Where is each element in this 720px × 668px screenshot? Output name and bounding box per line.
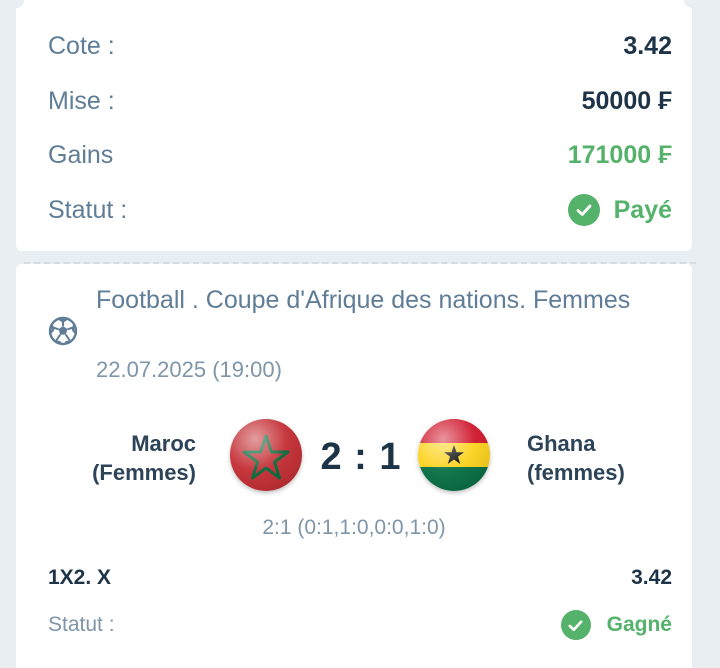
bet-market: 1X2. X [48, 566, 112, 589]
event-card: Football . Coupe d'Afrique des nations. … [16, 264, 692, 668]
morocco-flag-icon [230, 419, 302, 491]
home-team-line2: (Femmes) [92, 460, 196, 485]
bet-odds: 3.42 [631, 566, 672, 589]
check-circle-icon [560, 610, 591, 640]
check-circle-icon [567, 194, 600, 226]
winnings-value: 171000 ₣ [567, 141, 672, 169]
odds-row: Cote : 3.42 [48, 32, 672, 61]
status-value: Payé [613, 195, 672, 224]
match-score: 2 : 1 [320, 436, 402, 478]
event-datetime: 22.07.2025 (19:00) [96, 357, 282, 382]
status-label: Statut : [48, 195, 128, 224]
home-team-name: Maroc (Femmes) [56, 429, 196, 487]
bet-status-label: Statut : [48, 613, 115, 636]
league-title: Football . Coupe d'Afrique des nations. … [96, 286, 631, 314]
stake-label: Mise : [48, 87, 115, 115]
status-row: Statut : Payé [48, 194, 672, 226]
bet-summary-card: Cote : 3.42 Mise : 50000 ₣ Gains 171000 … [16, 0, 692, 251]
bet-status-badge: Gagné [560, 610, 672, 640]
winnings-row: Gains 171000 ₣ [48, 141, 672, 170]
stake-value: 50000 ₣ [581, 87, 672, 115]
status-badge: Payé [567, 194, 672, 226]
away-team-name: Ghana (femmes) [527, 429, 677, 487]
bet-status-value: Gagné [606, 613, 672, 636]
ghana-flag-icon [418, 419, 490, 491]
home-team-line1: Maroc [131, 431, 196, 456]
odds-label: Cote : [48, 32, 115, 60]
soccer-ball-icon [48, 316, 78, 346]
away-team-line1: Ghana [527, 431, 596, 456]
stake-row: Mise : 50000 ₣ [48, 87, 672, 116]
away-team-line2: (femmes) [527, 460, 625, 485]
odds-value: 3.42 [623, 32, 672, 60]
score-detail: 2:1 (0:1,1:0,0:0,1:0) [262, 516, 446, 539]
bet-status-row: Statut : Gagné [48, 610, 672, 640]
bet-market-row: 1X2. X 3.42 [48, 566, 672, 590]
winnings-label: Gains [48, 141, 114, 169]
